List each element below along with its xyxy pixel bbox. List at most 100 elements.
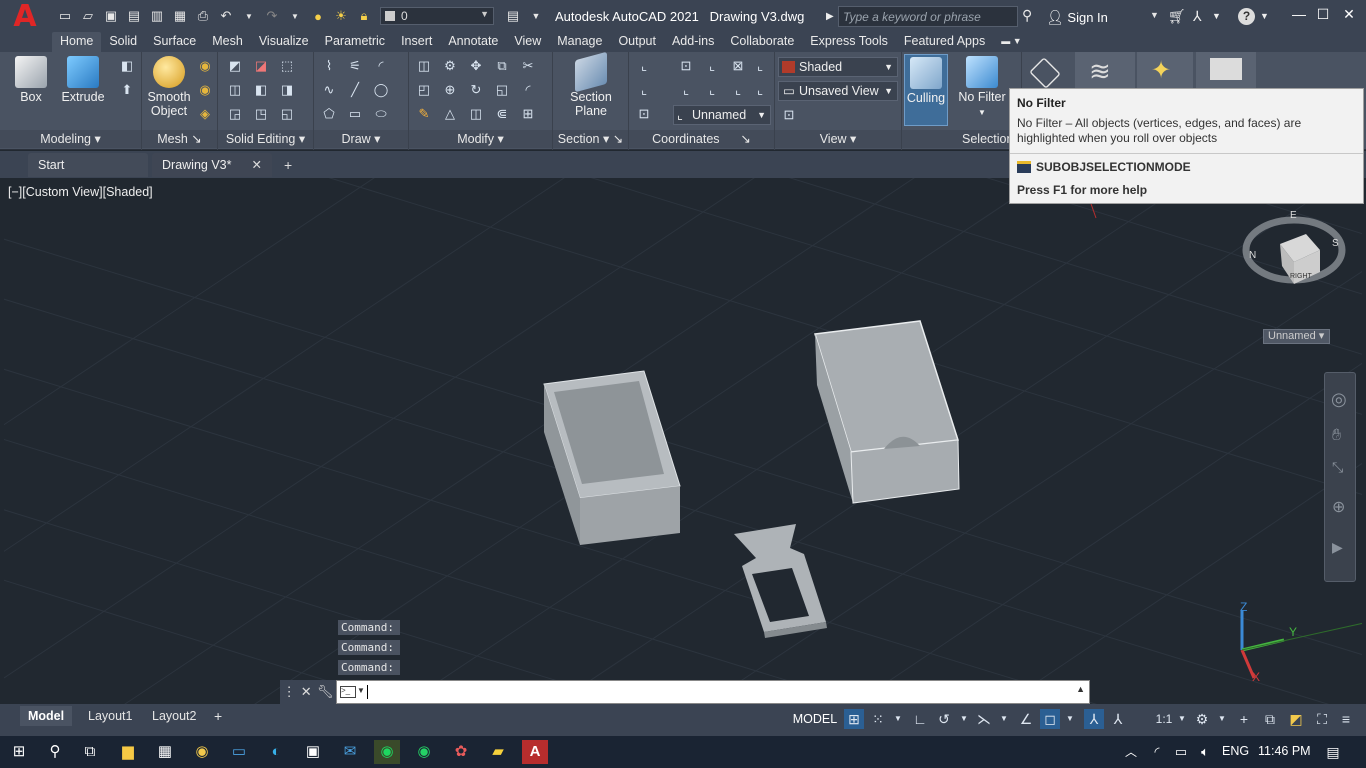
panel-label-view[interactable]: View ▾ (775, 130, 901, 148)
panel-label-modify[interactable]: Modify ▾ (409, 130, 552, 148)
add-layout-icon[interactable]: + (206, 706, 230, 726)
workspace-icon[interactable]: ▤ (502, 7, 524, 25)
auto-scale-icon[interactable]: ⅄ (1108, 709, 1128, 729)
search-icon[interactable]: ⚲ (1022, 7, 1032, 24)
chrome-icon[interactable]: ◉ (189, 740, 215, 764)
tab-mesh[interactable]: Mesh (204, 32, 251, 52)
close-command-line-icon[interactable]: ✕ (301, 684, 312, 700)
interfere-icon[interactable]: ◲ (226, 106, 244, 122)
viewports-icon[interactable]: ⊡ (780, 107, 798, 123)
3d-polyline-icon[interactable]: ⚟ (346, 58, 364, 74)
notifications-icon[interactable]: ▤ (1320, 740, 1346, 764)
ucs-icon-properties-icon[interactable]: ⊡ (635, 106, 653, 122)
mesh-smooth-more-icon[interactable]: ◉ (196, 58, 214, 74)
panel-label-modeling[interactable]: Modeling ▾ (0, 130, 141, 148)
frame-model[interactable] (734, 524, 827, 638)
whatsapp-icon[interactable]: ◉ (411, 740, 437, 764)
language-indicator[interactable]: ENG (1222, 744, 1249, 758)
pan-icon[interactable]: ✋︎ (1332, 427, 1341, 445)
scale-icon[interactable]: ◱ (493, 82, 511, 98)
snap-icon[interactable]: ⁙ (868, 709, 888, 729)
intersect-icon[interactable]: ◫ (226, 82, 244, 98)
tab-annotate[interactable]: Annotate (440, 32, 506, 52)
panel-label-mesh[interactable]: Mesh ↘ (142, 130, 217, 148)
ortho-icon[interactable]: ∟ (910, 709, 930, 729)
isolate-objects-icon[interactable]: ◩ (1286, 709, 1306, 729)
gizmo-icon[interactable] (1029, 57, 1061, 89)
snap-dropdown-icon[interactable]: ▼ (888, 709, 908, 729)
trim-icon[interactable]: ✂ (519, 58, 537, 74)
save-as-icon[interactable]: ▤ (123, 7, 145, 25)
arc-icon[interactable]: ◜ (372, 58, 390, 74)
web-open-icon[interactable]: ▥ (146, 7, 168, 25)
polysolid-icon[interactable]: ◧ (118, 58, 136, 74)
erase-icon[interactable]: ✎ (415, 106, 433, 122)
tab-parametric[interactable]: Parametric (317, 32, 393, 52)
undo-icon[interactable]: ↶ (215, 7, 237, 25)
panel-label-selection[interactable]: Selection (902, 130, 1021, 148)
section-plane-button[interactable]: Section Plane (561, 51, 621, 118)
mesh-refine-icon[interactable]: ◈ (196, 106, 214, 122)
undo-dropdown-icon[interactable]: ▼ (238, 7, 260, 25)
volume-icon[interactable]: 🔈︎ (1192, 740, 1218, 764)
separate-icon[interactable]: ◨ (278, 82, 296, 98)
paint-icon[interactable]: ✿ (448, 740, 474, 764)
polyline-icon[interactable]: ⌇ (320, 58, 338, 74)
workspace-dropdown-icon[interactable]: ▼ (1212, 709, 1232, 729)
customize-wrench-icon[interactable]: 🔧︎ (317, 684, 334, 700)
model-space-button[interactable]: MODEL (792, 708, 838, 730)
mesh-smooth-less-icon[interactable]: ◉ (196, 82, 214, 98)
mirror-icon[interactable]: ◫ (415, 58, 433, 74)
remote-desktop-icon[interactable]: ▭ (226, 740, 252, 764)
search-input[interactable]: Type a keyword or phrase (838, 6, 1018, 27)
sign-in-dropdown-icon[interactable]: ▼ (1150, 10, 1159, 20)
ucs-y-icon[interactable]: ⌞ (729, 82, 747, 98)
maximize-icon[interactable]: ☐ (1312, 6, 1334, 23)
autodesk-app-dropdown-icon[interactable]: ▼ (1212, 11, 1221, 21)
autocad-logo-icon[interactable]: A (0, 0, 50, 34)
3d-rotate-icon[interactable]: ⚙ (441, 58, 459, 74)
layers-icon[interactable]: ≋ (1089, 56, 1111, 87)
tab-solid[interactable]: Solid (101, 32, 145, 52)
panel-label-draw[interactable]: Draw ▾ (314, 130, 408, 148)
battery-icon[interactable]: ▭ (1168, 740, 1194, 764)
isodraft-icon[interactable]: ⋋ (974, 709, 994, 729)
object-snap-icon[interactable]: ◻ (1040, 709, 1060, 729)
tab-collaborate[interactable]: Collaborate (722, 32, 802, 52)
polar-icon[interactable]: ↺ (934, 709, 954, 729)
ucs-origin-icon[interactable]: ⌞ (703, 58, 721, 74)
web-save-icon[interactable]: ▦ (169, 7, 191, 25)
panel-label-section[interactable]: Section ▾ ↘ (553, 130, 628, 148)
ribbon-minimize-button[interactable]: ▬ ▼ (993, 32, 1029, 52)
new-file-icon[interactable]: ▭ (54, 7, 76, 25)
windows-start-icon[interactable]: ⊞ (6, 740, 32, 764)
box-button[interactable]: Box (10, 56, 52, 104)
panel-label-coordinates[interactable]: Coordinates ↘ (629, 130, 774, 148)
file-explorer-icon[interactable]: ▆ (115, 740, 141, 764)
polar-dropdown-icon[interactable]: ▼ (954, 709, 974, 729)
model-viewport[interactable]: RIGHT N E S Z Y X [−][Custom View][Shade… (4, 178, 1362, 704)
open-file-icon[interactable]: ▱ (77, 7, 99, 25)
layer-lock-icon[interactable]: 🔒︎ (353, 7, 375, 25)
showmotion-icon[interactable]: ▶ (1332, 539, 1343, 556)
sleeve-model[interactable] (814, 320, 960, 504)
ucs-object-icon[interactable]: ⊠ (729, 58, 747, 74)
wifi-icon[interactable]: ◜ (1144, 740, 1170, 764)
customize-qat-icon[interactable]: ▼ (525, 7, 547, 25)
ucs-3point-icon[interactable]: ⌞ (751, 82, 769, 98)
subtract-icon[interactable]: ◪ (252, 58, 270, 74)
cart-icon[interactable]: 🛒︎ (1168, 8, 1186, 25)
minimize-icon[interactable]: — (1288, 6, 1310, 22)
fillet-icon[interactable]: ◰ (415, 82, 433, 98)
recent-commands-icon[interactable]: ▼ (357, 686, 365, 695)
layer-dropdown[interactable]: 0 ▼ (380, 7, 494, 25)
steering-wheel-icon[interactable]: ◎ (1331, 389, 1347, 410)
panel-label-solid-editing[interactable]: Solid Editing ▾ (218, 130, 313, 148)
move-icon[interactable]: ✥ (467, 58, 485, 74)
tab-view[interactable]: View (506, 32, 549, 52)
tab-insert[interactable]: Insert (393, 32, 440, 52)
ucs-previous-icon[interactable]: ⌞ (677, 82, 695, 98)
3d-align-icon[interactable]: ⊕ (441, 82, 459, 98)
orbit-icon[interactable]: ⊕ (1332, 497, 1345, 517)
layer-on-icon[interactable]: ● (307, 7, 329, 25)
